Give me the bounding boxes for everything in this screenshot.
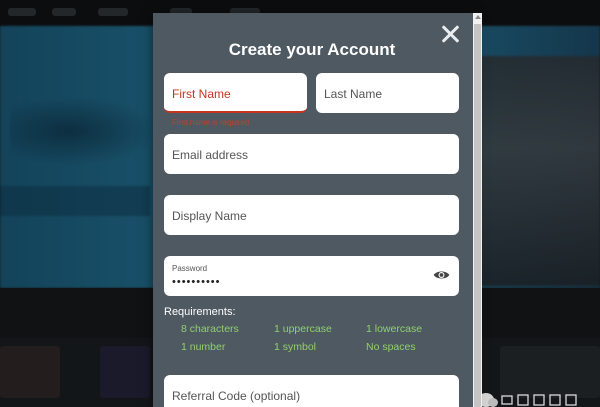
eye-icon[interactable] (433, 269, 450, 281)
password-value: •••••••••• (172, 276, 221, 288)
requirements-title: Requirements: (164, 306, 236, 318)
password-label: Password (172, 264, 208, 273)
last-name-placeholder: Last Name (324, 87, 383, 101)
first-name-placeholder: First Name (172, 87, 231, 101)
referral-code-field[interactable]: Referral Code (optional) (164, 375, 459, 407)
display-name-placeholder: Display Name (172, 209, 247, 223)
requirement-item: 8 characters (181, 323, 239, 335)
email-placeholder: Email address (172, 148, 249, 162)
referral-code-placeholder: Referral Code (optional) (172, 389, 301, 403)
last-name-field[interactable]: Last Name (316, 73, 459, 113)
email-field[interactable]: Email address (164, 134, 459, 174)
first-name-error: First name is required (172, 118, 250, 127)
password-field[interactable]: Password •••••••••• (164, 256, 459, 296)
modal-title: Create your Account (228, 40, 396, 59)
first-name-field[interactable]: First Name (164, 73, 307, 113)
watermark-logo (478, 392, 600, 407)
display-name-field[interactable]: Display Name (164, 195, 459, 235)
watermark-text-glyphs (501, 394, 577, 406)
requirement-item: 1 number (181, 341, 226, 353)
requirement-item: 1 lowercase (366, 323, 423, 335)
requirement-item: No spaces (366, 341, 416, 353)
modal-scrollbar-thumb[interactable] (474, 24, 481, 407)
requirement-item: 1 uppercase (274, 323, 332, 335)
requirement-item: 1 symbol (274, 341, 317, 353)
scroll-up-arrow-icon[interactable] (475, 15, 481, 19)
